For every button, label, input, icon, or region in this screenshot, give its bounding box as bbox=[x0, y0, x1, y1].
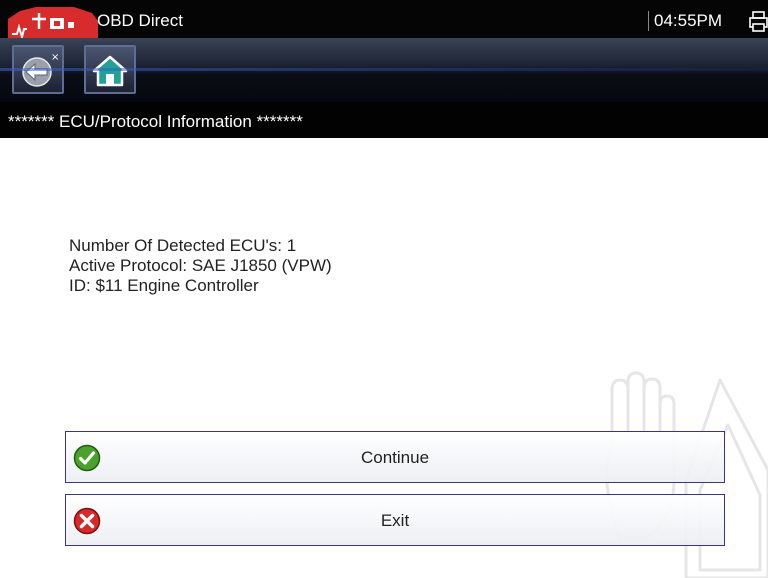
exit-label: Exit bbox=[380, 511, 410, 530]
section-header: ******* ECU/Protocol Information ******* bbox=[0, 102, 768, 138]
section-title: ******* ECU/Protocol Information ******* bbox=[8, 112, 303, 131]
app-title: OBD Direct bbox=[97, 11, 183, 30]
printer-icon[interactable] bbox=[748, 10, 768, 32]
svg-text:×: × bbox=[51, 52, 59, 63]
diagnostic-app-logo-icon bbox=[8, 7, 98, 38]
home-button[interactable] bbox=[84, 45, 136, 94]
status-bar: OBD Direct 04:55PM bbox=[0, 0, 768, 38]
toolbar: × bbox=[0, 38, 768, 102]
ecu-info: Number Of Detected ECU's: 1 Active Proto… bbox=[69, 236, 332, 296]
continue-label: Continue bbox=[360, 448, 430, 467]
exit-button[interactable]: Exit bbox=[65, 494, 725, 546]
detected-ecu-count: Number Of Detected ECU's: 1 bbox=[69, 236, 297, 255]
continue-button[interactable]: Continue bbox=[65, 431, 725, 483]
active-protocol: Active Protocol: SAE J1850 (VPW) bbox=[69, 256, 332, 275]
back-arrow-icon: × bbox=[22, 52, 59, 87]
home-icon bbox=[92, 55, 128, 87]
ecu-id: ID: $11 Engine Controller bbox=[69, 276, 259, 295]
back-button[interactable]: × bbox=[12, 45, 64, 94]
clock: 04:55PM bbox=[648, 11, 722, 31]
